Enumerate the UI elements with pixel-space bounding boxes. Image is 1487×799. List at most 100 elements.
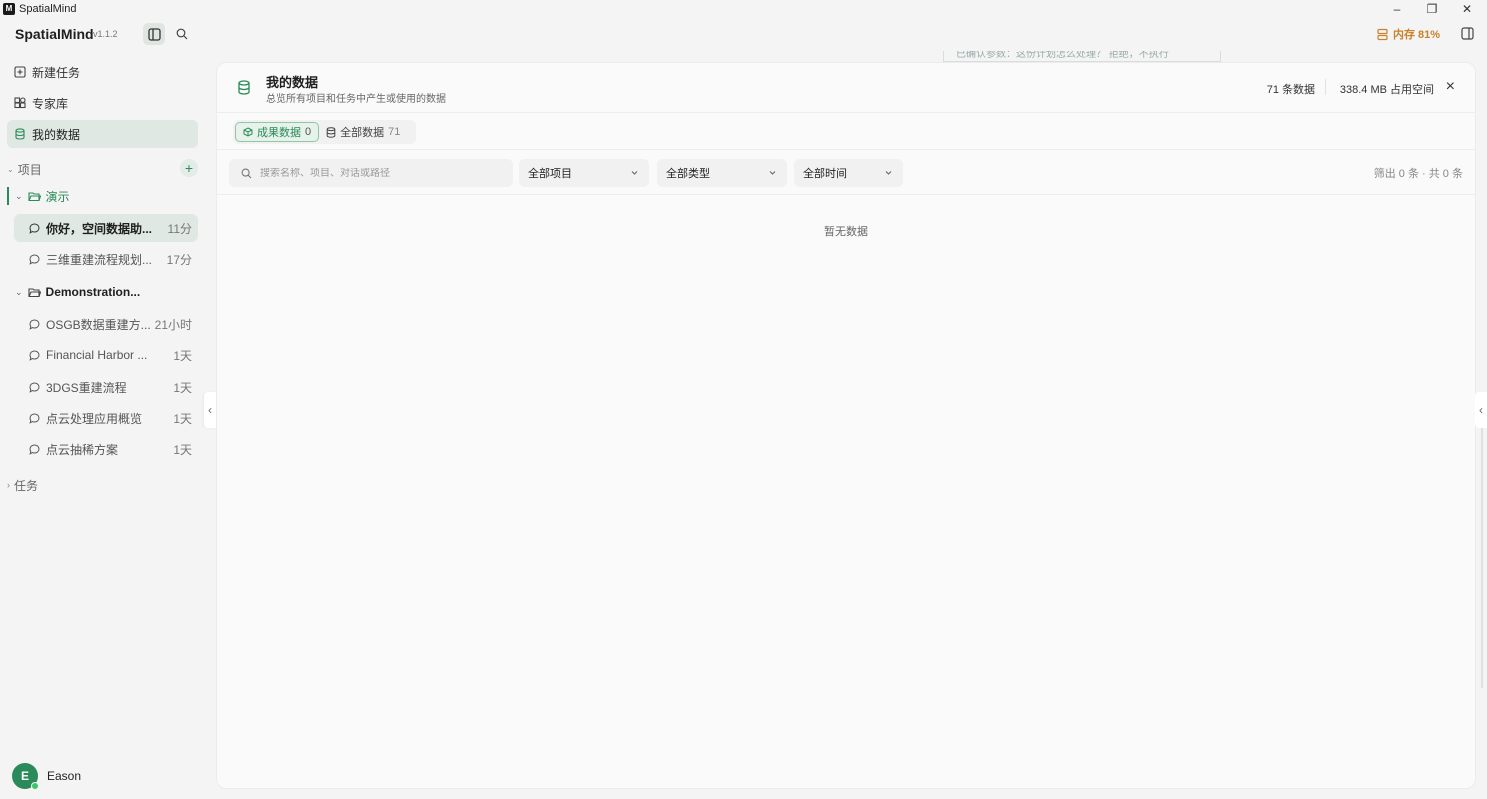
app-version: v1.1.2 [93, 29, 118, 39]
user-profile[interactable]: E Eason [12, 763, 82, 790]
avatar: E [12, 763, 39, 790]
folder-open-icon [27, 287, 41, 297]
chat-bubble-icon [29, 349, 40, 361]
sidebar-item-my-data[interactable]: 我的数据 [7, 120, 198, 148]
my-data-panel: 我的数据 总览所有项目和任务中产生或使用的数据 71 条数据 338.4 MB … [216, 62, 1476, 789]
search-icon [176, 28, 188, 40]
sidebar-toggle-icon [147, 27, 161, 41]
add-project-button[interactable]: + [180, 159, 198, 177]
sidebar-item-label: 新建任务 [32, 65, 81, 80]
close-window-button[interactable]: ✕ [1450, 0, 1484, 17]
database-icon [238, 80, 250, 95]
data-count: 71 条数据 [1266, 84, 1315, 96]
sidebar-item-new-task[interactable]: 新建任务 [7, 58, 198, 86]
conversation-time: 21小时 [154, 317, 192, 332]
conversation-title: 3DGS重建流程 [46, 380, 127, 395]
conversation-title: 点云处理应用概览 [46, 411, 143, 426]
chevron-left-icon: ‹ [208, 403, 212, 417]
tab-label: 成果数据 [257, 127, 301, 139]
select-value: 全部时间 [803, 168, 847, 180]
empty-state-text: 暂无数据 [824, 226, 868, 238]
tab-count: 71 [388, 126, 401, 138]
chat-bubble-icon [29, 443, 40, 455]
conversation-title: Financial Harbor ... [46, 348, 148, 362]
chevron-down-icon [885, 171, 892, 175]
select-value: 全部项目 [528, 168, 572, 180]
new-task-icon [14, 66, 26, 78]
tab-label: 全部数据 [340, 127, 385, 139]
memory-label: 内存 81% [1393, 29, 1441, 41]
online-status-dot [31, 782, 39, 790]
tasks-label: 任务 [14, 478, 39, 493]
project-filter-select[interactable]: 全部项目 [519, 159, 649, 187]
restore-button[interactable]: ❐ [1415, 0, 1449, 17]
sidebar-item-experts[interactable]: 专家库 [7, 89, 198, 117]
background-tooltip: 已确认参数：这份计划怎么处理？ 拒绝，不执行 [943, 51, 1221, 62]
sidebar-item-label: 我的数据 [32, 127, 81, 142]
right-panel-icon [1460, 26, 1474, 40]
toggle-right-panel-button[interactable] [1458, 24, 1476, 42]
folder-demonstration[interactable]: ⌄ Demonstration... [7, 281, 198, 303]
search-icon [241, 168, 252, 178]
conversation-item[interactable]: 点云抽稀方案 1天 [14, 435, 198, 463]
search-input[interactable] [260, 167, 500, 179]
app-name: SpatialMind [15, 26, 94, 42]
conversation-title: 三维重建流程规划... [46, 252, 153, 267]
conversation-item[interactable]: 你好，空间数据助... 11分 [14, 214, 198, 242]
conversation-title: OSGB数据重建方... [46, 317, 151, 332]
storage-usage: 338.4 MB 占用空间 [1339, 84, 1434, 96]
chevron-right-icon: › [7, 480, 10, 490]
sidebar: 新建任务 专家库 我的数据 ⌄ 项目 + ⌄ 演示 你好，空间数据助... 11… [0, 51, 206, 799]
scrollbar[interactable] [1481, 428, 1483, 688]
os-title-bar: M SpatialMind – ❐ ✕ [0, 0, 1487, 17]
filter-bar: 全部项目 全部类型 全部时间 筛出 0 条 · 共 0 条 [217, 149, 1475, 195]
conversation-item[interactable]: 点云处理应用概览 1天 [14, 404, 198, 432]
panel-header: 我的数据 总览所有项目和任务中产生或使用的数据 71 条数据 338.4 MB … [217, 63, 1475, 113]
memory-indicator[interactable]: 内存 81% [1376, 26, 1440, 42]
select-value: 全部类型 [666, 168, 710, 180]
chevron-down-icon: ⌄ [15, 286, 23, 297]
chat-bubble-icon [29, 222, 40, 234]
toggle-sidebar-button[interactable] [143, 23, 165, 45]
tasks-section-header[interactable]: › 任务 [7, 475, 198, 495]
cube-icon [243, 127, 253, 137]
global-search-button[interactable] [171, 23, 193, 45]
page-subtitle: 总览所有项目和任务中产生或使用的数据 [266, 94, 446, 105]
projects-section-header[interactable]: ⌄ 项目 + [7, 159, 198, 179]
folder-name: Demonstration... [45, 285, 141, 299]
conversation-item[interactable]: 3DGS重建流程 1天 [14, 373, 198, 401]
filter-result-count: 筛出 0 条 · 共 0 条 [1373, 168, 1463, 180]
chevron-down-icon: ⌄ [7, 164, 14, 174]
folder-name: 演示 [45, 189, 70, 204]
tab-result-data[interactable]: 成果数据 0 [235, 122, 320, 142]
avatar-initial: E [20, 769, 29, 783]
conversation-item[interactable]: 三维重建流程规划... 17分 [14, 245, 198, 273]
folder-demo[interactable]: ⌄ 演示 [7, 185, 198, 207]
stat-divider [1325, 79, 1326, 95]
data-tabs: 成果数据 0 全部数据 71 [233, 120, 416, 144]
chevron-down-icon [631, 171, 638, 175]
close-panel-button[interactable]: × [1446, 78, 1455, 96]
expand-right-panel-handle[interactable]: ‹ [1475, 392, 1487, 428]
conversation-item[interactable]: Financial Harbor ... 1天 [14, 341, 198, 369]
time-filter-select[interactable]: 全部时间 [794, 159, 903, 187]
chat-bubble-icon [29, 318, 40, 330]
window-title: SpatialMind [19, 2, 77, 15]
conversation-time: 1天 [173, 380, 192, 395]
folder-open-icon [27, 191, 41, 201]
user-name: Eason [47, 769, 82, 783]
tab-all-data[interactable]: 全部数据 71 [319, 122, 407, 142]
chevron-down-icon: ⌄ [15, 190, 23, 201]
chat-bubble-icon [29, 381, 40, 393]
page-title: 我的数据 [266, 75, 319, 90]
database-icon [326, 126, 336, 138]
conversation-time: 1天 [173, 411, 192, 426]
app-header: SpatialMind v1.1.2 内存 81% [0, 17, 1487, 51]
collapse-sidebar-handle[interactable]: ‹ [204, 392, 216, 428]
memory-icon [1377, 28, 1388, 40]
search-field[interactable] [229, 159, 513, 187]
conversation-item[interactable]: OSGB数据重建方... 21小时 [14, 310, 198, 338]
type-filter-select[interactable]: 全部类型 [657, 159, 787, 187]
chat-bubble-icon [29, 412, 40, 424]
minimize-button[interactable]: – [1380, 0, 1414, 17]
